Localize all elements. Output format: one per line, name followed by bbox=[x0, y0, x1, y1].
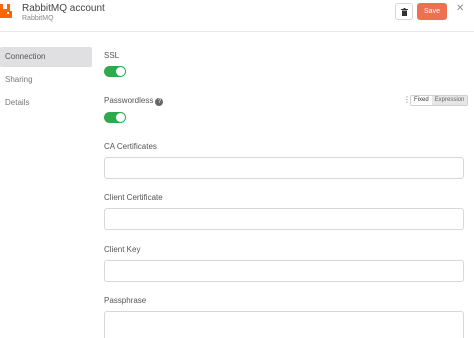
ssl-toggle[interactable] bbox=[104, 66, 126, 77]
client-certificate-label: Client Certificate bbox=[104, 193, 163, 202]
toggle-knob bbox=[116, 113, 125, 122]
account-title: RabbitMQ account bbox=[22, 3, 105, 14]
trash-icon bbox=[400, 7, 408, 16]
rabbitmq-logo bbox=[0, 4, 12, 18]
save-button[interactable]: Save bbox=[417, 3, 447, 20]
mode-expression-option[interactable]: Expression bbox=[431, 96, 468, 105]
delete-button[interactable] bbox=[395, 3, 413, 20]
ca-certificates-input[interactable] bbox=[104, 157, 464, 179]
help-icon[interactable]: ? bbox=[155, 98, 164, 106]
ssl-label: SSL bbox=[104, 51, 120, 60]
sidebar: Connection Sharing Details bbox=[0, 47, 92, 116]
ca-certificates-label: CA Certificates bbox=[104, 142, 157, 151]
mode-switch: Fixed Expression bbox=[410, 95, 469, 106]
modal-header: RabbitMQ account RabbitMQ Save ✕ bbox=[0, 0, 474, 30]
passwordless-label: Passwordless bbox=[104, 96, 154, 105]
sidebar-item-sharing[interactable]: Sharing bbox=[0, 70, 92, 90]
client-key-label: Client Key bbox=[104, 245, 141, 254]
sidebar-item-connection[interactable]: Connection bbox=[0, 47, 92, 67]
client-certificate-input[interactable] bbox=[104, 208, 464, 230]
sidebar-item-details[interactable]: Details bbox=[0, 93, 92, 113]
passphrase-input[interactable] bbox=[104, 311, 464, 338]
passphrase-label: Passphrase bbox=[104, 296, 147, 305]
header-divider bbox=[0, 31, 474, 32]
passwordless-label-row: Passwordless? bbox=[104, 96, 164, 106]
close-icon[interactable]: ✕ bbox=[456, 4, 464, 14]
account-subtitle: RabbitMQ bbox=[22, 15, 54, 22]
toggle-knob bbox=[116, 67, 125, 76]
passwordless-toggle[interactable] bbox=[104, 112, 126, 123]
client-key-input[interactable] bbox=[104, 260, 464, 282]
mode-fixed-option[interactable]: Fixed bbox=[411, 96, 432, 105]
